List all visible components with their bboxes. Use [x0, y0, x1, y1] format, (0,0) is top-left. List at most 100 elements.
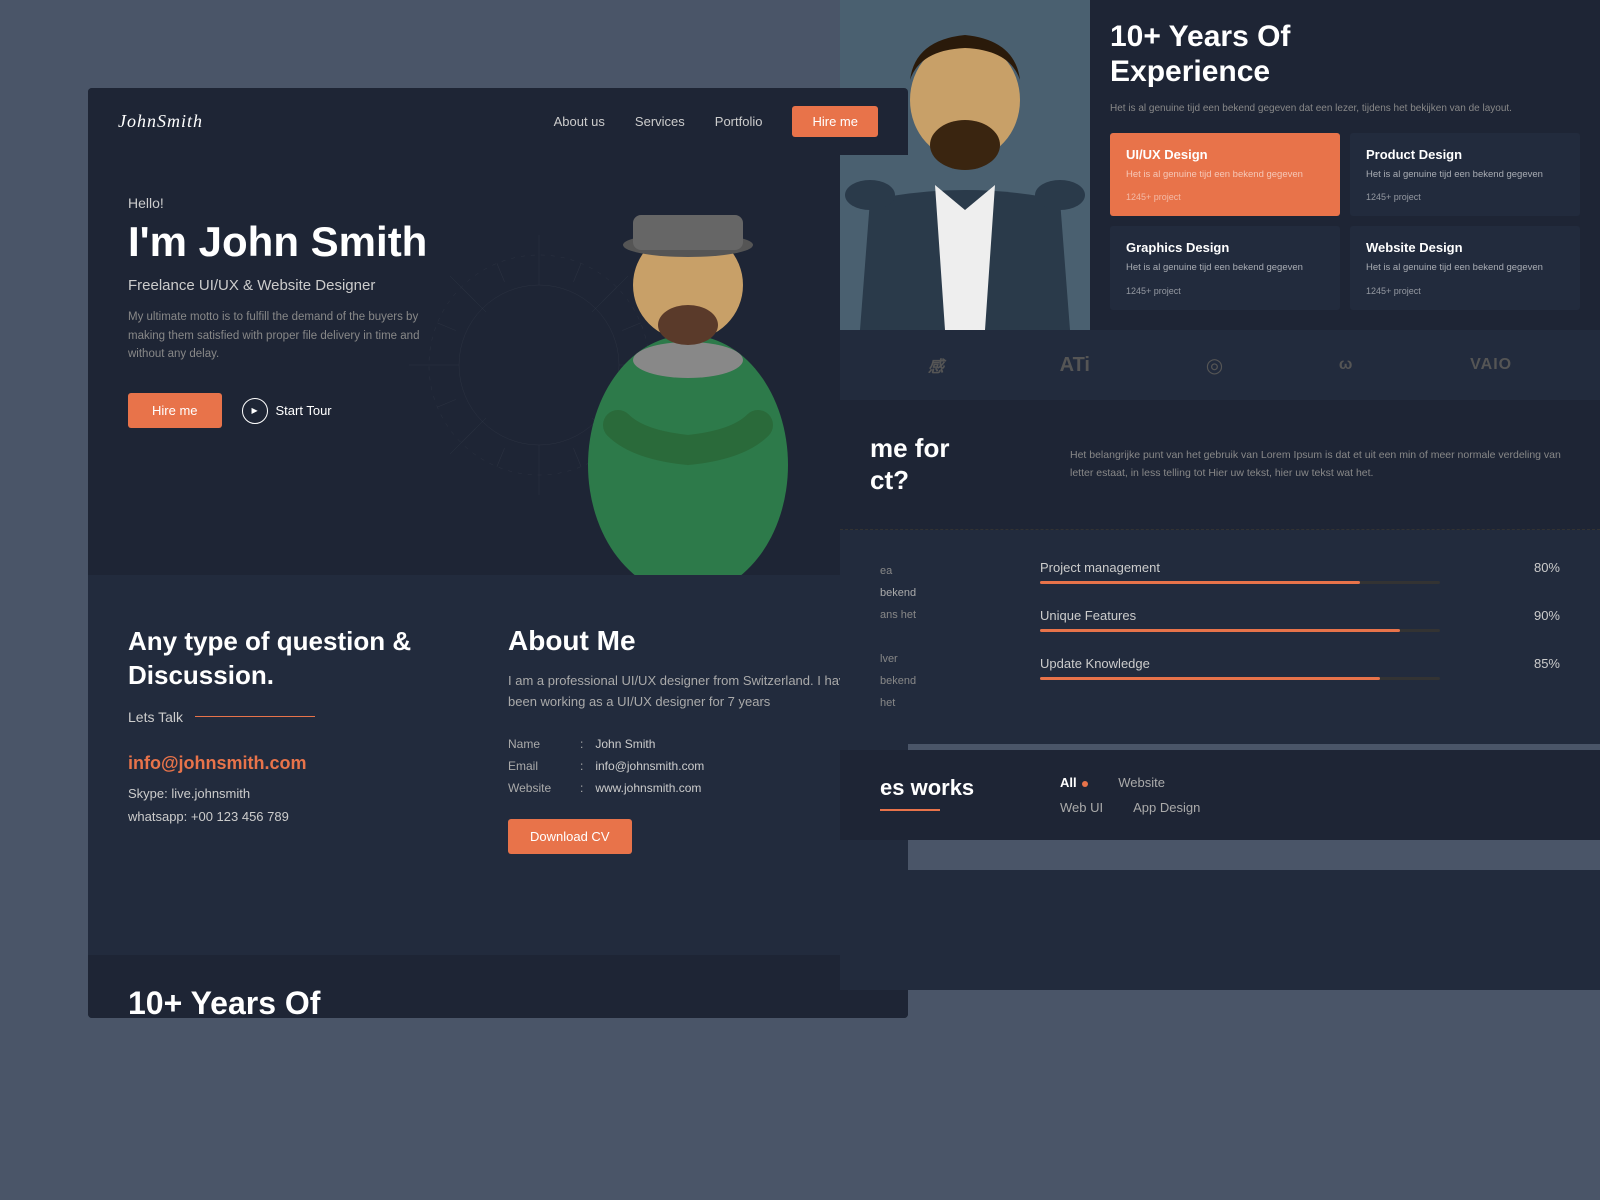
right-panel-wrapper: 10+ Years Of Experience Het is al genuin… [820, 0, 1600, 1200]
skill-uf-pct: 90% [1534, 608, 1560, 623]
skill-pm-bar-fill [1040, 581, 1360, 584]
skills-left-partial: eabekendans hetlverbekendhet [880, 560, 1000, 714]
portfolio-filters-col: All Website Web UI App Design [1060, 775, 1560, 815]
contact-whatsapp: whatsapp: +00 123 456 789 [128, 809, 448, 824]
lets-talk-label: Lets Talk [128, 709, 183, 725]
brand-ati: ATi [1060, 354, 1090, 377]
skill-uf-header: Unique Features 90% [1040, 608, 1560, 623]
skill-pm-name: Project management [1040, 560, 1160, 575]
info-name-row: Name : John Smith [508, 737, 868, 751]
info-website-value: www.johnsmith.com [595, 781, 701, 795]
navigation: JohnSmith About us Services Portfolio Hi… [88, 88, 908, 155]
skill-uk-bar-fill [1040, 677, 1380, 680]
hire-description: Het belangrijke punt van het gebruik van… [1070, 447, 1570, 482]
service-website: Website Design Het is al genuine tijd ee… [1350, 226, 1580, 309]
experience-services-block: 10+ Years Of Experience Het is al genuin… [1090, 0, 1600, 330]
contact-column: Any type of question & Discussion. Lets … [128, 625, 448, 854]
hire-me-text: me forct? [870, 433, 949, 494]
download-cv-button[interactable]: Download CV [508, 819, 632, 854]
info-sep-3: : [580, 781, 583, 795]
filter-all[interactable]: All [1060, 775, 1088, 790]
portfolio-partial-text: es works [880, 775, 1010, 801]
skill-pm-header: Project management 80% [1040, 560, 1560, 575]
exp-line1: 10+ Years Of [1110, 20, 1290, 53]
service-uiux: UI/UX Design Het is al genuine tijd een … [1110, 133, 1340, 216]
skills-section: eabekendans hetlverbekendhet Project man… [840, 530, 1600, 744]
service-graphics-title: Graphics Design [1126, 240, 1324, 255]
hero-buttons: Hire me ▶ Start Tour [128, 393, 508, 428]
nav-about[interactable]: About us [554, 114, 605, 129]
info-sep-2: : [580, 759, 583, 773]
info-sep-1: : [580, 737, 583, 751]
filter-appdesign[interactable]: App Design [1133, 800, 1200, 815]
hire-heading: me forct? [870, 433, 1010, 495]
about-section: Any type of question & Discussion. Lets … [88, 575, 908, 955]
lets-talk-line [195, 716, 315, 717]
hero-description: My ultimate motto is to fulfill the dema… [128, 308, 428, 363]
service-website-projects: 1245+ project [1366, 286, 1564, 296]
nav-services[interactable]: Services [635, 114, 685, 129]
about-column: About Me I am a professional UI/UX desig… [508, 625, 868, 854]
service-website-title: Website Design [1366, 240, 1564, 255]
service-product-desc: Het is al genuine tijd een bekend gegeve… [1366, 168, 1564, 182]
info-website-label: Website [508, 781, 568, 795]
info-name-value: John Smith [595, 737, 655, 751]
main-website-panel: JohnSmith About us Services Portfolio Hi… [88, 88, 908, 1018]
filter-website[interactable]: Website [1118, 775, 1165, 790]
skill-uk-bar-bg [1040, 677, 1440, 680]
info-email-value: info@johnsmith.com [595, 759, 704, 773]
info-email-label: Email [508, 759, 568, 773]
nav-links: About us Services Portfolio Hire me [554, 106, 878, 137]
lets-talk-row: Lets Talk [128, 709, 448, 725]
logo: JohnSmith [118, 111, 203, 132]
nav-portfolio[interactable]: Portfolio [715, 114, 763, 129]
hire-section: me forct? Het belangrijke punt van het g… [840, 400, 1600, 530]
skill-uk-name: Update Knowledge [1040, 656, 1150, 671]
service-product-projects: 1245+ project [1366, 192, 1564, 202]
contact-email: info@johnsmith.com [128, 753, 448, 774]
skill-uf-bar-bg [1040, 629, 1440, 632]
brand-target: ◎ [1206, 353, 1223, 378]
skill-pm-bar-bg [1040, 581, 1440, 584]
contact-skype: Skype: live.johnsmith [128, 786, 448, 801]
hero-greeting: Hello! [128, 195, 508, 211]
service-uiux-desc: Het is al genuine tijd een bekend gegeve… [1126, 168, 1324, 182]
hero-tour-button[interactable]: ▶ Start Tour [242, 398, 332, 424]
skill-unique-features: Unique Features 90% [1040, 608, 1560, 632]
hire-text-col: me forct? [840, 413, 1040, 515]
filter-dot [1082, 781, 1088, 787]
service-graphics: Graphics Design Het is al genuine tijd e… [1110, 226, 1340, 309]
bottom-right-panel [840, 870, 1600, 990]
tour-label: Start Tour [276, 403, 332, 418]
play-icon: ▶ [242, 398, 268, 424]
portfolio-section: es works All Website Web UI App Design [840, 750, 1600, 840]
filter-webui[interactable]: Web UI [1060, 800, 1103, 815]
portfolio-heading-partial: es works [880, 775, 1010, 815]
hero-name: I'm John Smith [128, 219, 508, 265]
brand-alibaba: 感 [928, 353, 944, 377]
service-uiux-title: UI/UX Design [1126, 147, 1324, 162]
teaser-heading: 10+ Years Of [128, 985, 868, 1018]
hero-subtitle: Freelance UI/UX & Website Designer [128, 277, 508, 294]
hero-hire-button[interactable]: Hire me [128, 393, 222, 428]
service-graphics-projects: 1245+ project [1126, 286, 1324, 296]
exp-line2: Experience [1110, 55, 1270, 88]
hire-desc-col: Het belangrijke punt van het gebruik van… [1040, 427, 1600, 502]
skill-project-management: Project management 80% [1040, 560, 1560, 584]
nav-hire-button[interactable]: Hire me [792, 106, 878, 137]
person-svg [558, 185, 818, 575]
info-name-label: Name [508, 737, 568, 751]
skill-pm-pct: 80% [1534, 560, 1560, 575]
portfolio-filter-row-2: Web UI App Design [1060, 800, 1560, 815]
top-right-panel: 10+ Years Of Experience Het is al genuin… [840, 0, 1600, 330]
brands-strip: 感 ATi ◎ ω VAIO [840, 330, 1600, 400]
portfolio-line [880, 809, 940, 811]
brand-vaio: VAIO [1470, 356, 1512, 374]
experience-heading: 10+ Years Of Experience [1110, 20, 1580, 89]
skill-bars: Project management 80% Unique Features 9… [1040, 560, 1560, 714]
service-product-title: Product Design [1366, 147, 1564, 162]
skill-uf-name: Unique Features [1040, 608, 1136, 623]
experience-description: Het is al genuine tijd een bekend gegeve… [1110, 101, 1580, 117]
about-description: I am a professional UI/UX designer from … [508, 671, 868, 713]
hero-person-image [548, 175, 828, 575]
